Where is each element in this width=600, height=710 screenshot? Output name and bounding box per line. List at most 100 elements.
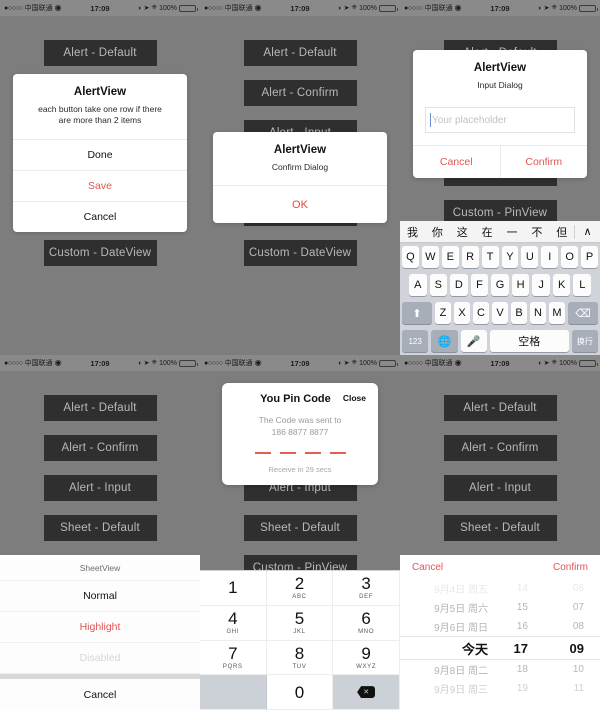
key-o[interactable]: O (561, 246, 579, 268)
numpad-key-delete[interactable]: ✕ (333, 675, 400, 710)
key-w[interactable]: W (421, 246, 439, 268)
pin-resend-timer: Receive in 29 secs (268, 464, 332, 474)
sheet-row-normal[interactable]: Normal (0, 581, 200, 612)
numpad-key-4[interactable]: 4 GHI (200, 605, 267, 641)
alert-button-ok[interactable]: OK (213, 185, 387, 223)
key-z[interactable]: Z (435, 302, 451, 324)
date-picker-row[interactable]: 9月5日 周六 15 07 (400, 598, 600, 617)
pin-slot[interactable] (254, 451, 271, 454)
sheet-row-cancel[interactable]: Cancel (0, 679, 200, 710)
key-x[interactable]: X (454, 302, 470, 324)
date-picker-row[interactable]: 9月8日 周二 18 10 (400, 660, 600, 679)
keyboard-row-3: ⬆ Z X C V B N M ⌫ (400, 299, 600, 327)
key-c[interactable]: C (473, 302, 489, 324)
sheet-view: SheetView Normal Highlight Disabled Canc… (0, 555, 200, 710)
bluetooth-icon: ⎈ (351, 4, 358, 11)
date-picker-row[interactable]: 9月6日 周日 16 08 (400, 617, 600, 636)
alert-text-input[interactable]: Your placeholder (425, 107, 575, 134)
confirm-button[interactable]: Confirm (553, 562, 588, 573)
candidate-item[interactable]: 不 (524, 224, 549, 240)
key-b[interactable]: B (511, 302, 527, 324)
pin-slot[interactable] (304, 451, 321, 454)
alert-view-default: AlertView each button take one row if th… (13, 74, 187, 232)
key-s[interactable]: S (429, 274, 448, 296)
alert-button-cancel[interactable]: Cancel (13, 200, 187, 232)
numpad-key-8[interactable]: 8 TUV (266, 640, 334, 676)
key-r[interactable]: R (461, 246, 479, 268)
close-button[interactable]: Close (343, 393, 366, 403)
key-n[interactable]: N (530, 302, 546, 324)
pin-slot[interactable] (279, 451, 296, 454)
candidate-item[interactable]: 这 (450, 224, 475, 240)
date-picker-row-selected[interactable]: 今天 17 09 (400, 636, 600, 660)
chinese-keyboard: 我 你 这 在 一 不 但 ∧ Q W E R T Y U I O P A S … (400, 221, 600, 355)
numpad-key-6[interactable]: 6 MNO (333, 605, 400, 641)
pin-code-input[interactable] (234, 451, 366, 454)
numpad-key-0[interactable]: 0 (266, 675, 334, 710)
shift-up-icon[interactable]: ⬆ (402, 302, 432, 324)
numpad-key-7[interactable]: 7 PQRS (200, 640, 267, 676)
key-t[interactable]: T (481, 246, 499, 268)
hour-label: 17 (513, 640, 528, 656)
key-p[interactable]: P (581, 246, 599, 268)
numpad-key-3[interactable]: 3 DEF (333, 571, 400, 606)
space-key[interactable]: 空格 (489, 330, 569, 352)
key-f[interactable]: F (470, 274, 489, 296)
candidate-item[interactable]: 我 (400, 224, 425, 240)
key-v[interactable]: V (492, 302, 508, 324)
key-q[interactable]: Q (401, 246, 419, 268)
bluetooth-icon: ⎈ (551, 4, 558, 11)
alert-button-confirm[interactable]: Confirm (499, 146, 588, 179)
key-h[interactable]: H (511, 274, 530, 296)
key-e[interactable]: E (441, 246, 459, 268)
alert-button-cancel[interactable]: Cancel (413, 146, 500, 178)
cancel-button[interactable]: Cancel (412, 562, 443, 573)
pin-header: You Pin Code Close (234, 393, 366, 405)
globe-icon[interactable]: 🌐 (431, 330, 458, 352)
key-m[interactable]: M (549, 302, 565, 324)
numbers-key[interactable]: 123 (402, 330, 429, 352)
numpad-digit: 4 (228, 609, 238, 629)
microphone-icon[interactable]: 🎤 (460, 330, 487, 352)
key-j[interactable]: J (532, 274, 550, 296)
numpad-digit: 5 (294, 609, 305, 629)
numpad-digit: 1 (228, 578, 238, 598)
date-picker-row[interactable]: 9月9日 周三 19 11 (400, 679, 600, 697)
candidate-item[interactable]: 一 (500, 224, 525, 240)
candidate-item[interactable]: 但 (549, 224, 574, 240)
backspace-icon[interactable]: ⌫ (568, 302, 598, 324)
numpad-key-5[interactable]: 5 JKL (266, 605, 334, 641)
alert-button-done[interactable]: Done (13, 138, 187, 170)
candidate-item[interactable]: 你 (425, 224, 450, 240)
screenshot-grid: ●○○○○ 中国联通 ◉ 17:09 ◖ ➤ ⎈ 100% Alert - De… (0, 0, 600, 710)
alert-button-save[interactable]: Save (13, 169, 187, 201)
key-l[interactable]: L (573, 274, 592, 296)
candidate-expand-icon[interactable]: ∧ (575, 225, 600, 238)
panel-alert-confirm: ●○○○○ 中国联通 ◉ 17:09 ◖ ➤ ⎈ 100% Alert - De… (200, 0, 400, 355)
pin-sent-line-1: The Code was sent to (258, 415, 342, 425)
pin-title: You Pin Code (260, 393, 331, 405)
numpad-key-9[interactable]: 9 WXYZ (333, 640, 400, 676)
keyboard-row-1: Q W E R T Y U I O P (400, 243, 600, 271)
key-k[interactable]: K (552, 274, 571, 296)
key-u[interactable]: U (521, 246, 539, 268)
numeric-keypad: 1 2 ABC 3 DEF 4 GHI 5 JKL 6 MNO 7 PQRS 8… (200, 570, 400, 710)
numpad-key-2[interactable]: 2 ABC (266, 571, 334, 606)
numpad-key-1[interactable]: 1 (200, 571, 267, 606)
pin-code-dialog: You Pin Code Close The Code was sent to … (222, 383, 378, 485)
rotation-lock-icon: ◖ (337, 359, 342, 367)
pin-slot[interactable] (329, 451, 346, 454)
status-bar: ●○○○○ 中国联通 ◉ 17:09 ◖ ➤ ⎈ 100% (0, 355, 200, 371)
date-picker-wheel[interactable]: 9月4日 周五 14 06 9月5日 周六 15 07 9月6日 周日 16 0… (400, 579, 600, 697)
date-picker-row[interactable]: 9月4日 周五 14 06 (400, 579, 600, 598)
sheet-row-highlight[interactable]: Highlight (0, 612, 200, 643)
key-y[interactable]: Y (501, 246, 519, 268)
return-key[interactable]: 换行 (571, 330, 598, 352)
key-i[interactable]: I (541, 246, 559, 268)
rotation-lock-icon: ◖ (137, 4, 142, 12)
key-g[interactable]: G (491, 274, 509, 296)
candidate-item[interactable]: 在 (475, 224, 500, 240)
date-label: 9月9日 周三 (434, 685, 488, 696)
key-d[interactable]: D (450, 274, 468, 296)
key-a[interactable]: A (408, 274, 427, 296)
